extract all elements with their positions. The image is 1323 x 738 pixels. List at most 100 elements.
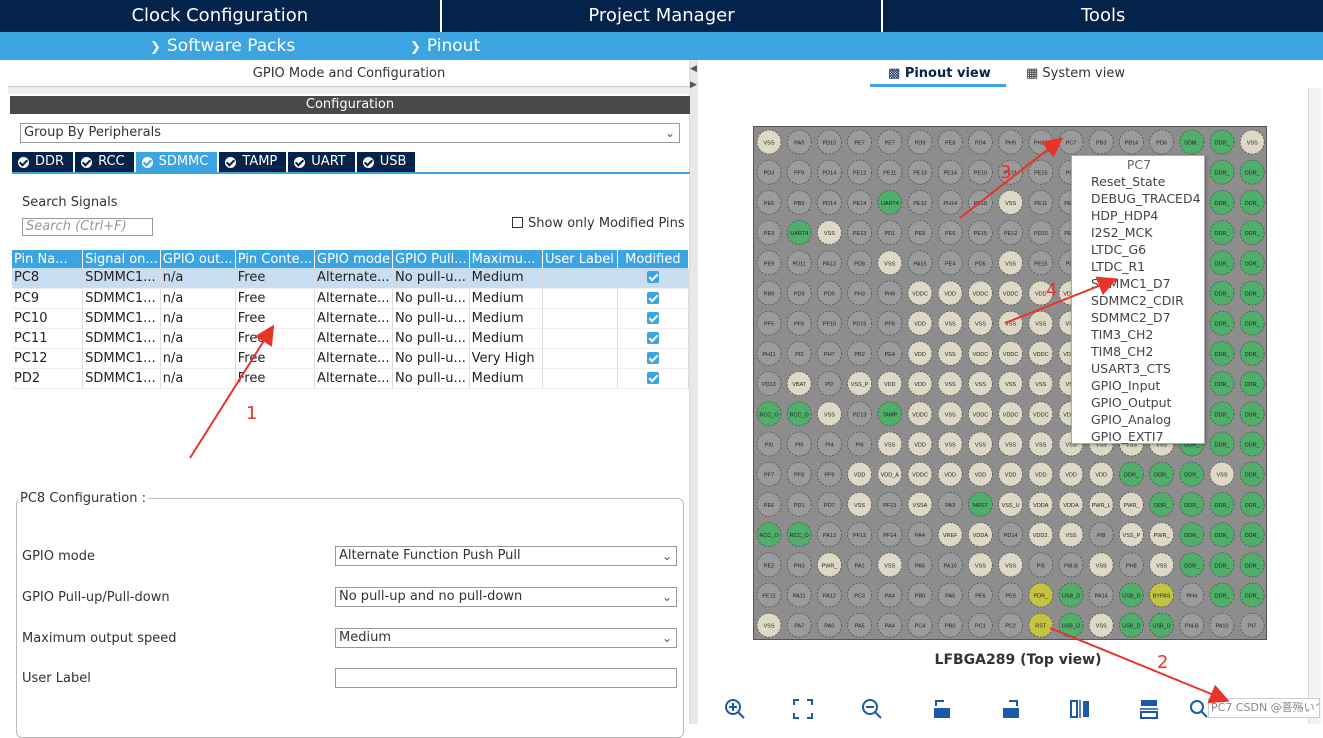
- show-modified-checkbox[interactable]: Show only Modified Pins: [512, 216, 685, 231]
- table-cell[interactable]: Alternate...: [314, 328, 394, 349]
- vertical-scrollbar[interactable]: [1308, 88, 1321, 724]
- pin[interactable]: VSS_P: [847, 371, 872, 397]
- modified-cell[interactable]: [617, 268, 690, 289]
- pin[interactable]: VSS: [1239, 129, 1265, 155]
- pin[interactable]: PF10: [817, 310, 842, 336]
- pin[interactable]: PI5: [1028, 552, 1054, 578]
- pin[interactable]: PD6: [1149, 129, 1175, 155]
- pin[interactable]: PF7: [756, 461, 782, 487]
- col-pin-context[interactable]: Pin Conte...: [235, 250, 316, 268]
- pin[interactable]: PI8: [1088, 522, 1114, 548]
- pin[interactable]: PB9: [756, 280, 782, 306]
- pin[interactable]: USB_D: [1058, 582, 1084, 608]
- pin[interactable]: PA5: [907, 552, 933, 578]
- pin[interactable]: DDR_: [1239, 461, 1265, 487]
- pin[interactable]: PA5: [847, 612, 872, 638]
- pin[interactable]: PE6: [756, 190, 782, 215]
- pin[interactable]: PH8: [1118, 552, 1144, 578]
- pin[interactable]: VDD3.: [1028, 522, 1054, 548]
- pin[interactable]: PWR_L: [1088, 491, 1114, 517]
- pin[interactable]: VDDC: [907, 280, 933, 306]
- pin[interactable]: DDR_: [1179, 552, 1205, 578]
- pin[interactable]: PF6: [786, 310, 812, 336]
- table-cell[interactable]: No pull-u...: [392, 368, 470, 389]
- pin[interactable]: PE13: [847, 220, 872, 245]
- pin[interactable]: PD14: [998, 522, 1024, 548]
- table-cell[interactable]: Medium: [469, 368, 544, 389]
- table-cell[interactable]: Free: [235, 268, 316, 289]
- table-cell[interactable]: Free: [235, 328, 316, 349]
- menu-item[interactable]: USART3_CTS: [1091, 361, 1171, 376]
- pin[interactable]: PI0: [756, 431, 782, 457]
- pin[interactable]: VDD: [967, 461, 993, 487]
- table-cell[interactable]: No pull-u...: [392, 288, 470, 309]
- tab-clock-configuration[interactable]: Clock Configuration: [0, 0, 442, 32]
- pin[interactable]: PH4: [1179, 582, 1205, 608]
- rotate-left-icon[interactable]: [1000, 698, 1022, 720]
- tab-uart[interactable]: UART: [288, 152, 355, 172]
- rotate-right-icon[interactable]: [931, 698, 953, 720]
- pin[interactable]: PD9: [907, 129, 933, 155]
- pin[interactable]: PD15: [847, 310, 872, 336]
- group-by-select[interactable]: Group By Peripherals ⌄: [20, 123, 680, 143]
- pin[interactable]: VDD: [907, 371, 933, 397]
- pin[interactable]: PH7: [817, 340, 842, 366]
- pin[interactable]: USB_D: [1118, 582, 1144, 608]
- tab-usb[interactable]: USB: [356, 152, 416, 172]
- table-cell[interactable]: SDMMC1...: [82, 368, 161, 389]
- menu-item[interactable]: SDMMC2_D7: [1091, 310, 1171, 325]
- modified-checkbox[interactable]: [646, 331, 659, 344]
- pin[interactable]: VSS: [937, 431, 963, 457]
- pin[interactable]: TAMP: [877, 401, 903, 427]
- pin[interactable]: VSS: [998, 431, 1024, 457]
- pin[interactable]: SDM..: [1179, 129, 1205, 155]
- table-cell[interactable]: Free: [235, 308, 316, 329]
- panel-splitter[interactable]: ◀ ▶: [690, 60, 698, 724]
- pin[interactable]: PB9: [786, 190, 812, 215]
- pin[interactable]: VDDC: [998, 340, 1024, 366]
- pin[interactable]: DDR_: [1209, 582, 1235, 608]
- table-cell[interactable]: No pull-u...: [392, 308, 470, 329]
- menu-item[interactable]: GPIO_Output: [1091, 395, 1171, 410]
- pin[interactable]: PD7: [817, 491, 842, 517]
- table-cell[interactable]: SDMMC1...: [82, 288, 161, 309]
- pin[interactable]: VDD: [907, 310, 933, 336]
- pin[interactable]: DDR_: [1209, 220, 1235, 245]
- pin[interactable]: PH3: [847, 280, 872, 306]
- pin[interactable]: DDR_: [1149, 491, 1175, 517]
- pin[interactable]: PD9: [786, 280, 812, 306]
- fit-screen-icon[interactable]: [792, 698, 814, 720]
- pinout-menu[interactable]: ❯ Pinout: [410, 32, 480, 62]
- pin[interactable]: PE9: [756, 250, 782, 276]
- pin[interactable]: VSS: [998, 190, 1024, 215]
- pin[interactable]: PC13: [847, 401, 872, 427]
- pin[interactable]: PD1: [786, 491, 812, 517]
- table-cell[interactable]: [542, 288, 618, 309]
- pin[interactable]: PWR_: [1149, 522, 1175, 548]
- pin[interactable]: PE12: [847, 159, 872, 185]
- pin[interactable]: PB0: [937, 612, 963, 638]
- pin[interactable]: PA4: [907, 522, 933, 548]
- table-cell[interactable]: [542, 348, 618, 369]
- pin[interactable]: DDR_: [1209, 431, 1235, 457]
- tab-tools[interactable]: Tools: [883, 0, 1323, 32]
- pin[interactable]: VDD: [907, 431, 933, 457]
- pin[interactable]: VSS: [937, 371, 963, 397]
- pin[interactable]: PDR_: [1028, 582, 1054, 608]
- menu-item[interactable]: TIM8_CH2: [1091, 344, 1153, 359]
- pin[interactable]: VDDC: [967, 280, 993, 306]
- table-cell[interactable]: PC12: [12, 348, 84, 369]
- search-icon[interactable]: [1188, 698, 1210, 720]
- table-cell[interactable]: n/a: [160, 368, 236, 389]
- pin[interactable]: PA4: [877, 612, 903, 638]
- col-gpio-output[interactable]: GPIO out...: [160, 250, 236, 268]
- tab-pinout-view[interactable]: ▩ Pinout view: [888, 66, 991, 81]
- pin[interactable]: DDR_: [1239, 220, 1265, 245]
- pin[interactable]: PB0: [907, 582, 933, 608]
- menu-item[interactable]: LTDC_R1: [1091, 259, 1145, 274]
- table-row[interactable]: PC11 SDMMC1... n/a Free Alternate... No pull-…: [12, 328, 690, 349]
- pin[interactable]: NRST: [967, 491, 993, 517]
- pin[interactable]: PD10: [817, 129, 842, 155]
- pin[interactable]: DDR_: [1239, 310, 1265, 336]
- pin[interactable]: PE7: [847, 129, 872, 155]
